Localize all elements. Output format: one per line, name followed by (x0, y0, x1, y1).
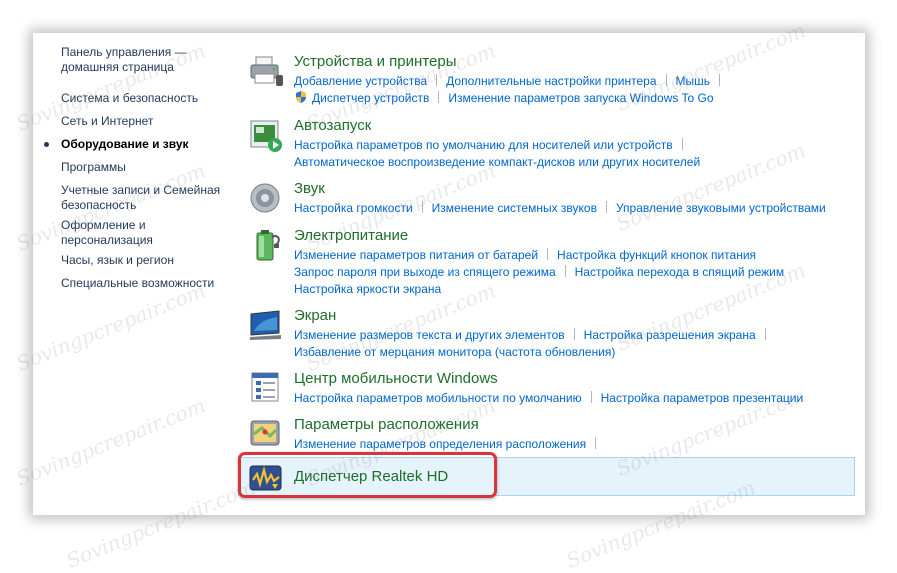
sidebar-item-programs[interactable]: Программы (61, 160, 231, 175)
highlight-frame (238, 452, 497, 498)
sidebar-item-accessibility[interactable]: Специальные возможности (61, 276, 231, 291)
resolution-link[interactable]: Настройка разрешения экрана (584, 328, 756, 342)
add-device-link[interactable]: Добавление устройства (294, 74, 427, 88)
location-settings-link[interactable]: Изменение параметров определения располо… (294, 437, 586, 451)
sidebar-item-home[interactable]: Панель управления — домашняя страница (61, 45, 231, 75)
sidebar-item-appearance[interactable]: Оформление и персонализация (61, 218, 231, 248)
mobility-defaults-link[interactable]: Настройка параметров мобильности по умол… (294, 391, 582, 405)
mobility-title[interactable]: Центр мобильности Windows (294, 370, 498, 388)
brightness-link[interactable]: Настройка яркости экрана (294, 282, 441, 296)
presentation-settings-link[interactable]: Настройка параметров презентации (601, 391, 804, 405)
printer-icon[interactable] (248, 53, 284, 89)
refresh-rate-link[interactable]: Избавление от мерцания монитора (частота… (294, 345, 615, 359)
battery-settings-link[interactable]: Изменение параметров питания от батарей (294, 248, 538, 262)
text-size-link[interactable]: Изменение размеров текста и других элеме… (294, 328, 565, 342)
sleep-settings-link[interactable]: Настройка перехода в спящий режим (575, 265, 784, 279)
sidebar-item-clock-region[interactable]: Часы, язык и регион (61, 253, 231, 268)
monitor-icon[interactable] (248, 307, 284, 343)
autoplay-title[interactable]: Автозапуск (294, 117, 371, 135)
autoplay-defaults-link[interactable]: Настройка параметров по умолчанию для но… (294, 138, 673, 152)
devices-title[interactable]: Устройства и принтеры (294, 53, 456, 71)
power-title[interactable]: Электропитание (294, 227, 408, 245)
printer-settings-link[interactable]: Дополнительные настройки принтера (446, 74, 656, 88)
mobility-center-icon[interactable] (248, 370, 284, 406)
autoplay-cd-link[interactable]: Автоматическое воспроизведение компакт-д… (294, 155, 700, 169)
autoplay-icon[interactable] (248, 117, 284, 153)
wake-password-link[interactable]: Запрос пароля при выходе из спящего режи… (294, 265, 556, 279)
speaker-icon[interactable] (248, 180, 284, 216)
devices-links: Добавление устройства Дополнительные наст… (294, 73, 729, 107)
windows-to-go-link[interactable]: Изменение параметров запуска Windows To … (448, 91, 713, 105)
volume-link[interactable]: Настройка громкости (294, 201, 413, 215)
control-panel-window: Панель управления — домашняя страница Си… (33, 33, 865, 515)
system-sounds-link[interactable]: Изменение системных звуков (432, 201, 597, 215)
sidebar-item-hardware-sound[interactable]: Оборудование и звук (44, 137, 231, 152)
sidebar-item-label: Оборудование и звук (61, 137, 189, 151)
battery-icon[interactable] (248, 227, 284, 263)
location-icon[interactable] (248, 416, 284, 452)
sidebar-item-user-accounts[interactable]: Учетные записи и Семейная безопасность (61, 183, 231, 213)
sound-devices-link[interactable]: Управление звуковыми устройствами (616, 201, 826, 215)
shield-icon (296, 91, 306, 103)
location-title[interactable]: Параметры расположения (294, 416, 479, 434)
sound-title[interactable]: Звук (294, 180, 325, 198)
active-bullet (44, 142, 49, 147)
sidebar-item-network[interactable]: Сеть и Интернет (61, 114, 231, 129)
mouse-link[interactable]: Мышь (676, 74, 711, 88)
sidebar-item-system-security[interactable]: Система и безопасность (61, 91, 231, 106)
power-buttons-link[interactable]: Настройка функций кнопок питания (557, 248, 756, 262)
display-title[interactable]: Экран (294, 307, 336, 325)
device-manager-link[interactable]: Диспетчер устройств (312, 91, 429, 105)
